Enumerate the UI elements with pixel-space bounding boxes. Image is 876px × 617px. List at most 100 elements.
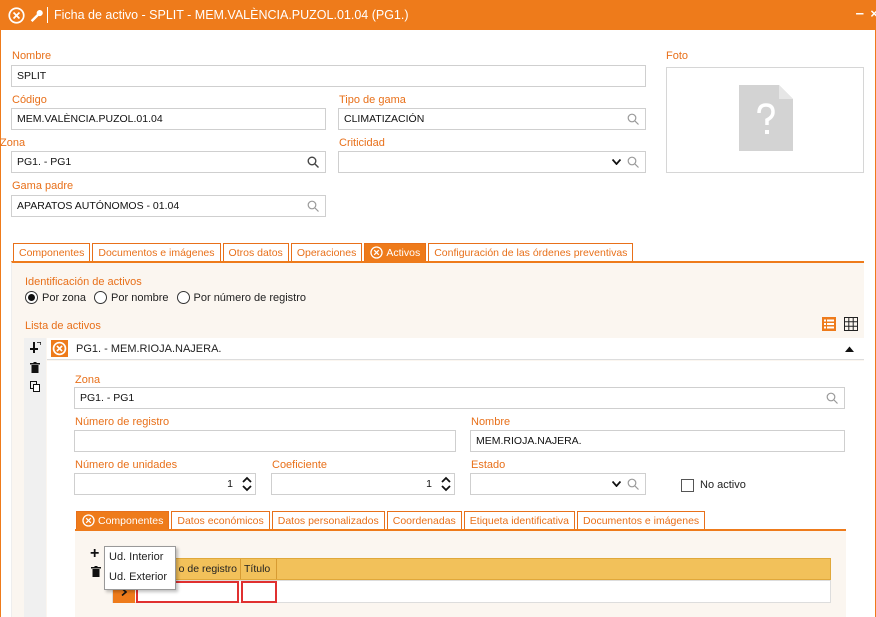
estado-label: Estado (471, 459, 506, 471)
detail-zona-label: Zona (75, 374, 101, 386)
nombre-field[interactable]: SPLIT (11, 65, 646, 87)
criticidad-select[interactable] (338, 151, 646, 173)
codigo-value: MEM.VALÈNCIA.PUZOL.01.04 (17, 113, 163, 125)
stepper-arrows-icon[interactable] (440, 476, 452, 492)
detail-nombre-field[interactable]: MEM.RIOJA.NAJERA. (470, 430, 845, 452)
frame-border-left (0, 30, 1, 617)
tab-activos-label: Activos (386, 246, 421, 259)
subtab-datos-economicos[interactable]: Datos económicos (171, 511, 270, 529)
zona-value: PG1. - PG1 (17, 156, 72, 168)
radio-por-zona[interactable]: Por zona (25, 291, 86, 304)
title-separator (47, 7, 48, 23)
radio-label: Por zona (42, 291, 87, 304)
window-titlebar: Ficha de activo - SPLIT - MEM.VALÈNCIA.P… (0, 0, 876, 30)
menu-item-ud-exterior[interactable]: Ud. Exterior (105, 567, 175, 587)
missing-image-icon (739, 85, 793, 151)
subtab-componentes[interactable]: Componentes (76, 511, 170, 529)
num-registro-field[interactable] (74, 430, 456, 452)
cell-titulo[interactable] (241, 581, 277, 603)
menu-item-ud-interior[interactable]: Ud. Interior (105, 547, 175, 567)
gama-padre-value: APARATOS AUTÓNOMOS - 01.04 (17, 200, 180, 212)
close-circle-icon[interactable] (8, 6, 25, 24)
criticidad-label: Criticidad (339, 137, 385, 149)
activo-list-item-label: PG1. - MEM.RIOJA.NAJERA. (76, 342, 222, 355)
detail-nombre-value: MEM.RIOJA.NAJERA. (476, 435, 582, 447)
search-icon[interactable] (307, 200, 319, 212)
close-circle-icon[interactable] (51, 340, 68, 357)
radio-button[interactable] (176, 291, 190, 304)
activo-list-item[interactable]: PG1. - MEM.RIOJA.NAJERA. (47, 338, 864, 360)
no-activo-label: No activo (700, 479, 746, 491)
search-icon[interactable] (627, 156, 639, 168)
radio-button[interactable] (94, 291, 108, 304)
coeficiente-stepper[interactable]: 1 (271, 473, 455, 495)
search-icon[interactable] (826, 392, 838, 404)
tab-operaciones[interactable]: Operaciones (290, 243, 363, 261)
list-view-icon[interactable] (822, 317, 836, 331)
close-window-button[interactable]: × (870, 6, 876, 21)
identificacion-label: Identificación de activos (25, 276, 142, 288)
num-unidades-stepper[interactable]: 1 (74, 473, 256, 495)
zona-field[interactable]: PG1. - PG1 (11, 151, 326, 173)
estado-select[interactable] (470, 473, 646, 495)
add-component-menu: Ud. Interior Ud. Exterior (104, 546, 176, 590)
close-circle-icon[interactable] (82, 514, 95, 527)
add-child-icon[interactable] (30, 342, 41, 353)
tab-documentos-imagenes[interactable]: Documentos e imágenes (92, 243, 221, 261)
coeficiente-label: Coeficiente (272, 459, 328, 471)
foto-label: Foto (666, 50, 689, 62)
no-activo-checkbox[interactable] (681, 479, 694, 492)
chevron-down-icon[interactable] (612, 159, 621, 165)
num-unidades-label: Número de unidades (75, 459, 178, 471)
search-icon[interactable] (627, 113, 639, 125)
components-grid-header: o de registro Título (112, 558, 831, 580)
list-toolbar (24, 338, 46, 617)
chevron-up-icon[interactable] (845, 346, 854, 352)
main-tabs: Componentes Documentos e imágenes Otros … (13, 243, 634, 261)
radio-button[interactable] (25, 291, 38, 304)
search-icon[interactable] (627, 478, 639, 490)
tipo-gama-field[interactable]: CLIMATIZACIÓN (338, 108, 646, 130)
tab-configuracion-ordenes[interactable]: Configuración de las órdenes preventivas (428, 243, 634, 261)
chevron-down-icon[interactable] (612, 481, 621, 487)
window-title: Ficha de activo - SPLIT - MEM.VALÈNCIA.P… (54, 8, 409, 22)
tab-componentes[interactable]: Componentes (13, 243, 91, 261)
stepper-arrows-icon[interactable] (241, 476, 253, 492)
subtab-componentes-label: Componentes (98, 514, 164, 527)
tipo-gama-value: CLIMATIZACIÓN (344, 113, 425, 125)
close-circle-icon[interactable] (370, 246, 384, 259)
num-unidades-value: 1 (227, 478, 233, 490)
tab-activos[interactable]: Activos (364, 243, 427, 261)
gama-padre-label: Gama padre (12, 180, 74, 192)
detail-zona-field[interactable]: PG1. - PG1 (74, 387, 845, 409)
detail-nombre-label: Nombre (471, 416, 511, 428)
trash-icon[interactable] (91, 566, 101, 577)
copy-icon[interactable] (30, 381, 40, 392)
subtab-documentos-imagenes[interactable]: Documentos e imágenes (577, 511, 706, 529)
trash-icon[interactable] (30, 362, 40, 373)
photo-box[interactable] (666, 67, 864, 173)
subtab-etiqueta-identificativa[interactable]: Etiqueta identificativa (463, 511, 576, 529)
codigo-field[interactable]: MEM.VALÈNCIA.PUZOL.01.04 (11, 108, 326, 130)
grid-column-titulo[interactable]: Título (241, 559, 277, 579)
add-icon[interactable]: + (90, 545, 99, 563)
grid-view-icon[interactable] (844, 317, 858, 331)
search-icon[interactable] (307, 156, 319, 168)
tab-otros-datos[interactable]: Otros datos (222, 243, 289, 261)
component-tabs: Componentes Datos económicos Datos perso… (76, 511, 706, 529)
zona-label: Zona (0, 137, 26, 149)
table-row[interactable] (112, 580, 831, 603)
subtab-datos-personalizados[interactable]: Datos personalizados (271, 511, 385, 529)
lista-activos-label: Lista de activos (25, 320, 101, 332)
nombre-value: SPLIT (17, 70, 47, 82)
radio-label: Por nombre (111, 291, 169, 304)
num-registro-label: Número de registro (75, 416, 170, 428)
subtab-coordenadas[interactable]: Coordenadas (386, 511, 462, 529)
codigo-label: Código (12, 94, 47, 106)
tipo-gama-label: Tipo de gama (339, 94, 406, 106)
minimize-button[interactable]: – (856, 5, 864, 22)
radio-por-nombre[interactable]: Por nombre (94, 291, 169, 304)
radio-por-numero-registro[interactable]: Por número de registro (176, 291, 306, 304)
nombre-label: Nombre (12, 50, 52, 62)
gama-padre-field[interactable]: APARATOS AUTÓNOMOS - 01.04 (11, 195, 326, 217)
